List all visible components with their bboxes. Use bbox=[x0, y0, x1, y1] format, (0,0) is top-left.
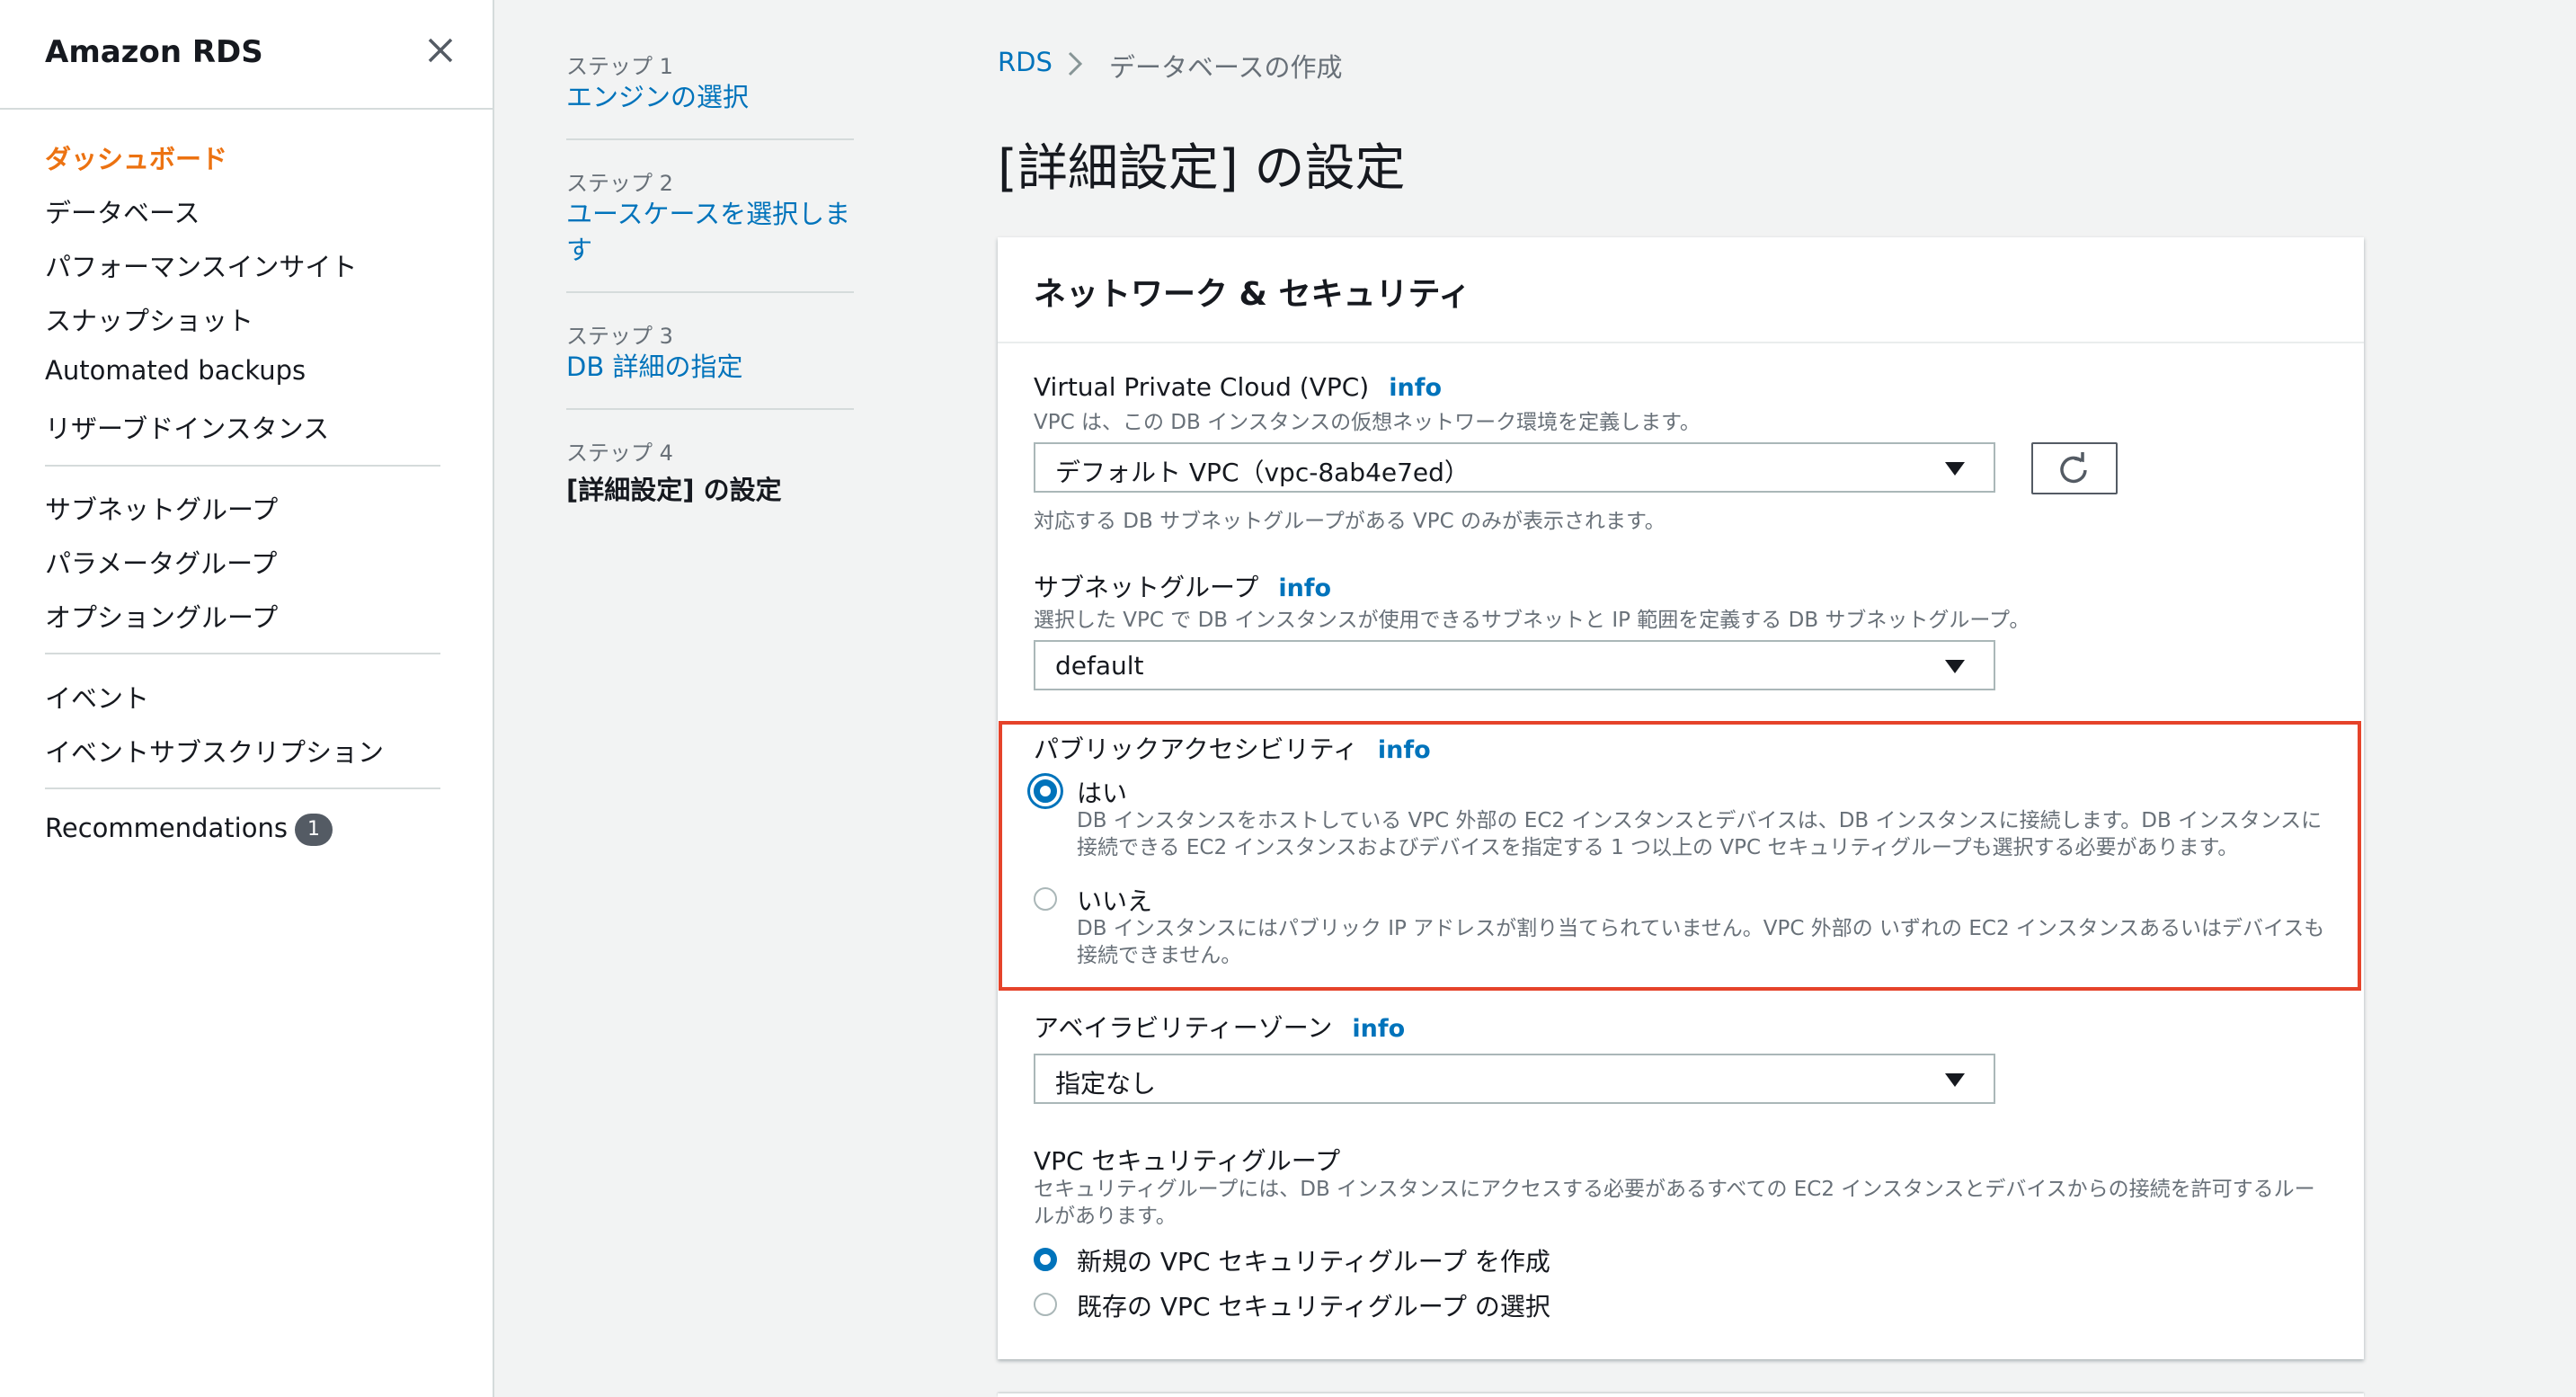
close-icon[interactable] bbox=[422, 32, 458, 68]
sg-new-label[interactable]: 新規の VPC セキュリティグループ を作成 bbox=[1077, 1242, 1550, 1278]
chevron-right-icon bbox=[1068, 51, 1083, 76]
sidebar-item-performance-insights[interactable]: パフォーマンスインサイト bbox=[45, 246, 357, 284]
sidebar-item-events[interactable]: イベント bbox=[45, 678, 149, 716]
step-divider bbox=[566, 138, 854, 140]
vpc-description: VPC は、この DB インスタンスの仮想ネットワーク環境を定義します。 bbox=[1034, 411, 1701, 434]
refresh-icon bbox=[2060, 452, 2087, 484]
count-badge: 1 bbox=[294, 814, 333, 846]
availability-zone-select[interactable]: 指定なし bbox=[1034, 1054, 1995, 1104]
step-2-number: ステップ 2 bbox=[566, 171, 673, 196]
sidebar-item-databases[interactable]: データベース bbox=[45, 192, 200, 230]
sidebar-divider bbox=[45, 787, 440, 789]
breadcrumb-rds[interactable]: RDS bbox=[998, 47, 1053, 77]
caret-down-icon bbox=[1945, 1073, 1965, 1087]
caret-down-icon bbox=[1945, 462, 1965, 476]
subnet-group-select-value: default bbox=[1055, 651, 1144, 681]
sidebar-item-option-groups[interactable]: オプショングループ bbox=[45, 597, 278, 635]
vpc-hint: 対応する DB サブネットグループがある VPC のみが表示されます。 bbox=[1034, 510, 1666, 533]
step-divider bbox=[566, 291, 854, 293]
subnet-group-label: サブネットグループ info bbox=[1034, 568, 1331, 604]
step-1-link[interactable]: エンジンの選択 bbox=[566, 79, 854, 115]
vpc-select[interactable]: デフォルト VPC（vpc-8ab4e7ed） bbox=[1034, 442, 1995, 493]
caret-down-icon bbox=[1945, 660, 1965, 673]
subnet-group-select[interactable]: default bbox=[1034, 640, 1995, 690]
vpc-label-text: Virtual Private Cloud (VPC) bbox=[1034, 372, 1370, 402]
sg-existing-radio[interactable] bbox=[1034, 1293, 1057, 1316]
sidebar-item-label: Recommendations bbox=[45, 813, 288, 843]
public-yes-radio[interactable] bbox=[1034, 779, 1057, 803]
availability-zone-label: アベイラビリティーゾーン info bbox=[1034, 1009, 1405, 1045]
sidebar-item-snapshots[interactable]: スナップショット bbox=[45, 300, 253, 338]
panel-header: ネットワーク & セキュリティ bbox=[998, 237, 2364, 343]
security-group-description: セキュリティグループには、DB インスタンスにアクセスする必要があるすべての E… bbox=[1034, 1178, 2315, 1228]
public-yes-description: DB インスタンスをホストしている VPC 外部の EC2 インスタンスとデバイ… bbox=[1077, 809, 2323, 859]
step-3-link[interactable]: DB 詳細の指定 bbox=[566, 349, 854, 385]
page-title: [詳細設定] の設定 bbox=[998, 139, 1406, 198]
sidebar-item-reserved-instances[interactable]: リザーブドインスタンス bbox=[45, 408, 329, 446]
public-access-info-link[interactable]: info bbox=[1378, 736, 1431, 764]
sidebar-title: Amazon RDS bbox=[45, 34, 263, 70]
subnet-info-link[interactable]: info bbox=[1278, 574, 1331, 602]
step-4-number: ステップ 4 bbox=[566, 440, 673, 466]
step-2-link[interactable]: ユースケースを選択します bbox=[566, 196, 854, 268]
vpc-select-value: デフォルト VPC（vpc-8ab4e7ed） bbox=[1055, 458, 1470, 487]
public-access-label-text: パブリックアクセシビリティ bbox=[1034, 734, 1358, 764]
step-divider bbox=[566, 408, 854, 410]
subnet-group-label-text: サブネットグループ bbox=[1034, 573, 1259, 602]
sidebar-item-dashboard[interactable]: ダッシュボード bbox=[45, 138, 227, 176]
sidebar-divider bbox=[45, 465, 440, 467]
availability-zone-label-text: アベイラビリティーゾーン bbox=[1034, 1013, 1333, 1043]
vpc-info-link[interactable]: info bbox=[1389, 374, 1442, 402]
sidebar-item-automated-backups[interactable]: Automated backups bbox=[45, 355, 306, 386]
security-group-label: VPC セキュリティグループ bbox=[1034, 1146, 1341, 1176]
sidebar-item-subnet-groups[interactable]: サブネットグループ bbox=[45, 489, 278, 527]
az-info-link[interactable]: info bbox=[1352, 1015, 1405, 1043]
subnet-group-description: 選択した VPC で DB インスタンスが使用できるサブネットと IP 範囲を定… bbox=[1034, 609, 2030, 632]
public-access-label: パブリックアクセシビリティ info bbox=[1034, 730, 1431, 766]
panel-title: ネットワーク & セキュリティ bbox=[1034, 276, 1471, 313]
step-3-number: ステップ 3 bbox=[566, 324, 673, 349]
step-1-number: ステップ 1 bbox=[566, 54, 673, 79]
refresh-button[interactable] bbox=[2031, 442, 2118, 494]
sidebar-item-parameter-groups[interactable]: パラメータグループ bbox=[45, 543, 277, 581]
availability-zone-select-value: 指定なし bbox=[1055, 1069, 1157, 1099]
public-no-description: DB インスタンスにはパブリック IP アドレスが割り当てられていません。VPC… bbox=[1077, 917, 2325, 967]
public-yes-label[interactable]: はい bbox=[1077, 774, 1127, 810]
sidebar-header: Amazon RDS bbox=[0, 0, 493, 110]
sidebar-item-recommendations[interactable]: Recommendations 1 bbox=[45, 813, 333, 846]
breadcrumb-current: データベースの作成 bbox=[1109, 52, 1343, 83]
sidebar-divider bbox=[45, 653, 440, 654]
sidebar: Amazon RDS ダッシュボード データベース パフォーマンスインサイト ス… bbox=[0, 0, 494, 1397]
next-panel-edge bbox=[998, 1393, 2364, 1397]
sidebar-item-event-subscriptions[interactable]: イベントサブスクリプション bbox=[45, 732, 384, 770]
step-4-current: [詳細設定] の設定 bbox=[566, 475, 782, 505]
public-no-radio[interactable] bbox=[1034, 887, 1057, 911]
vpc-label: Virtual Private Cloud (VPC) info bbox=[1034, 372, 1442, 402]
public-no-label[interactable]: いいえ bbox=[1077, 882, 1152, 918]
sg-existing-label[interactable]: 既存の VPC セキュリティグループ の選択 bbox=[1077, 1287, 1550, 1323]
sg-new-radio[interactable] bbox=[1034, 1248, 1057, 1271]
